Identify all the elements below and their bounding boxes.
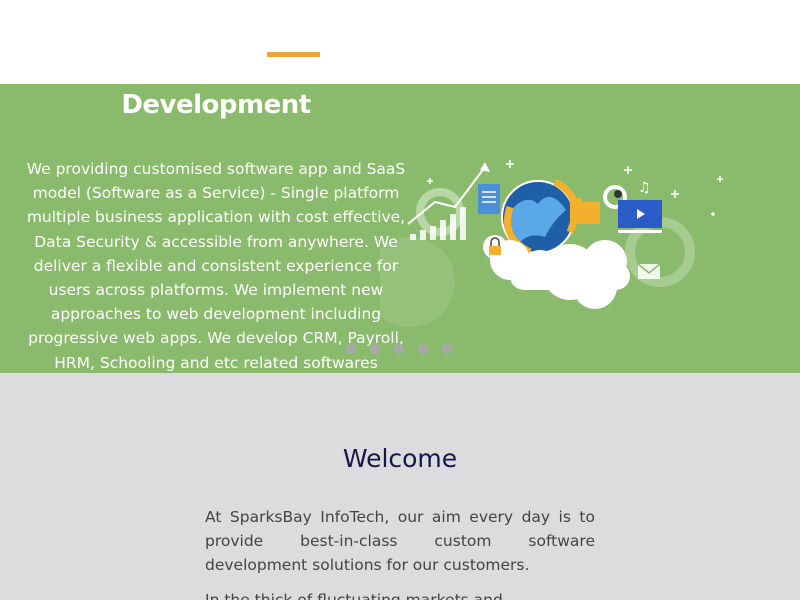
slider-dot[interactable] — [442, 344, 452, 354]
cloud-software-illustration-icon: ♫ — [380, 160, 723, 327]
welcome-title: Welcome — [342, 444, 458, 473]
welcome-paragraph: At SparksBay InfoTech, our aim every day… — [205, 508, 595, 574]
slider-dot[interactable] — [370, 344, 380, 354]
slider-dot[interactable] — [418, 344, 428, 354]
slider-dot[interactable] — [394, 344, 404, 354]
svg-text:♫: ♫ — [638, 180, 651, 196]
hero-slider: Development We providing customised soft… — [0, 84, 800, 373]
welcome-paragraph: In the thick of fluctuating markets and — [205, 591, 503, 600]
header-accent-bar — [267, 52, 320, 57]
hero-description: We providing customised software app and… — [26, 160, 406, 372]
top-header — [0, 0, 800, 84]
slider-pagination — [346, 344, 452, 354]
welcome-body: At SparksBay InfoTech, our aim every day… — [205, 505, 595, 600]
slider-dot[interactable] — [346, 344, 356, 354]
hero-title: Development — [121, 90, 311, 120]
